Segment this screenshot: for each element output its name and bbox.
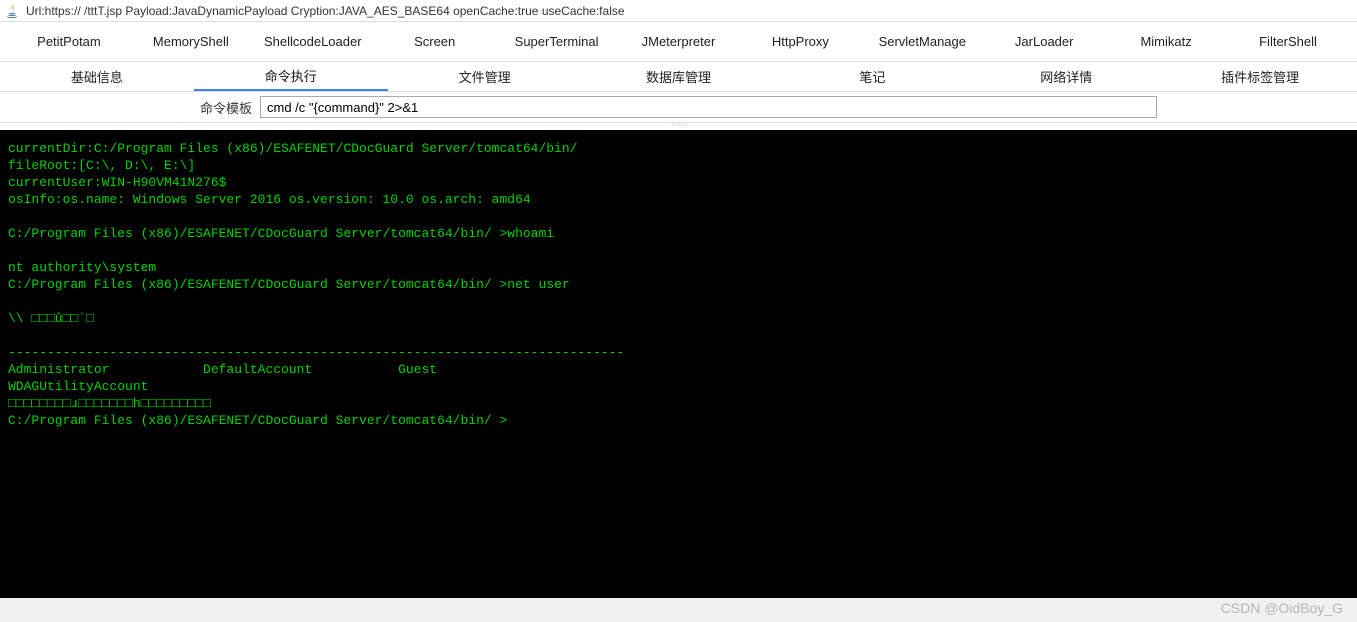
- command-template-label: 命令模板: [200, 98, 252, 117]
- plugin-tab-httpproxy[interactable]: HttpProxy: [739, 22, 861, 61]
- sub-tab-6[interactable]: 插件标签管理: [1163, 62, 1357, 91]
- sub-tabs: 基础信息命令执行文件管理数据库管理笔记网络详情插件标签管理: [0, 62, 1357, 92]
- sub-tab-4[interactable]: 笔记: [775, 62, 969, 91]
- plugin-tab-shellcodeloader[interactable]: ShellcodeLoader: [252, 22, 374, 61]
- terminal-output[interactable]: currentDir:C:/Program Files (x86)/ESAFEN…: [0, 130, 1357, 598]
- sub-tab-5[interactable]: 网络详情: [969, 62, 1163, 91]
- plugin-tab-servletmanage[interactable]: ServletManage: [861, 22, 983, 61]
- plugin-tab-petitpotam[interactable]: PetitPotam: [8, 22, 130, 61]
- window-title: Url:https:// /tttT.jsp Payload:JavaDynam…: [26, 4, 625, 18]
- drag-handle[interactable]: [0, 122, 1357, 130]
- plugin-tab-superterminal[interactable]: SuperTerminal: [496, 22, 618, 61]
- plugin-tab-jmeterpreter[interactable]: JMeterpreter: [618, 22, 740, 61]
- command-template-input[interactable]: [260, 96, 1157, 118]
- sub-tab-0[interactable]: 基础信息: [0, 62, 194, 91]
- watermark: CSDN @OidBoy_G: [1221, 600, 1343, 616]
- sub-tab-1[interactable]: 命令执行: [194, 62, 388, 91]
- plugin-tab-mimikatz[interactable]: Mimikatz: [1105, 22, 1227, 61]
- sub-tab-2[interactable]: 文件管理: [388, 62, 582, 91]
- plugin-tabs: PetitPotamMemoryShellShellcodeLoaderScre…: [0, 22, 1357, 62]
- sub-tab-3[interactable]: 数据库管理: [582, 62, 776, 91]
- command-template-row: 命令模板: [0, 92, 1357, 122]
- plugin-tab-memoryshell[interactable]: MemoryShell: [130, 22, 252, 61]
- plugin-tab-filtershell[interactable]: FilterShell: [1227, 22, 1349, 61]
- plugin-tab-screen[interactable]: Screen: [374, 22, 496, 61]
- java-icon: [4, 3, 20, 19]
- plugin-tab-jarloader[interactable]: JarLoader: [983, 22, 1105, 61]
- title-bar: Url:https:// /tttT.jsp Payload:JavaDynam…: [0, 0, 1357, 22]
